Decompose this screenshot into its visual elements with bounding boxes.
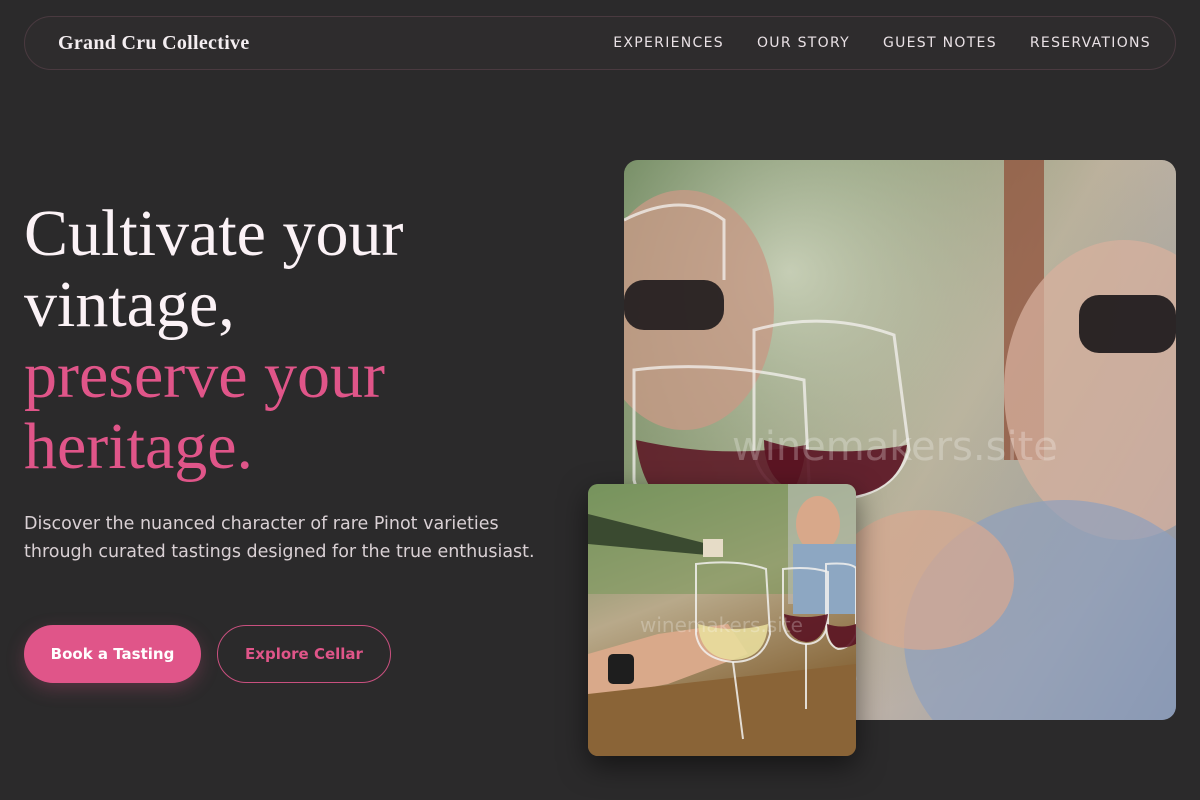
nav-link-reservations[interactable]: RESERVATIONS [1030, 35, 1151, 51]
headline-line-4: heritage. [24, 410, 254, 483]
headline-line-3: preserve your [24, 339, 386, 412]
headline-line-2: vintage, [24, 268, 235, 341]
headline-line-1: Cultivate your [24, 197, 404, 270]
explore-cellar-button[interactable]: Explore Cellar [217, 625, 391, 683]
book-tasting-button[interactable]: Book a Tasting [24, 625, 201, 683]
nav-link-guest-notes[interactable]: GUEST NOTES [883, 35, 997, 51]
hero-headline: Cultivate your vintage, preserve your he… [24, 198, 564, 482]
nav-links: EXPERIENCES OUR STORY GUEST NOTES RESERV… [613, 35, 1151, 51]
watermark-text-small: winemakers.site [640, 613, 803, 637]
watermark-text: winemakers.site [732, 424, 1058, 470]
nav-link-our-story[interactable]: OUR STORY [757, 35, 850, 51]
brand-logo[interactable]: Grand Cru Collective [58, 32, 250, 55]
hero-photo-pouring: winemakers.site [588, 484, 856, 756]
hero-description: Discover the nuanced character of rare P… [24, 514, 535, 562]
nav-link-experiences[interactable]: EXPERIENCES [613, 35, 724, 51]
top-nav: Grand Cru Collective EXPERIENCES OUR STO… [24, 16, 1176, 70]
